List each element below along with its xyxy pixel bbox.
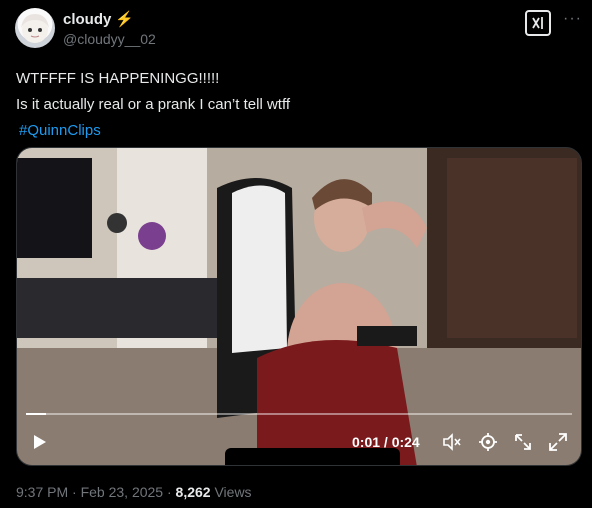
video-player[interactable]: 0:01 / 0:24	[16, 147, 582, 466]
lightning-badge-icon: ⚡	[115, 11, 135, 28]
tweet-timestamp[interactable]: 9:37 PM · Feb 23, 2025 ·	[16, 484, 176, 500]
author-display-name[interactable]: cloudy	[63, 11, 111, 28]
views-label: Views	[210, 484, 252, 500]
tweet-line-2: Is it actually real or a prank I can’t t…	[16, 96, 291, 113]
progress-bar[interactable]	[26, 413, 572, 415]
tweet-line-1: WTFFFF IS HAPPENINGG!!!!!	[16, 70, 220, 87]
grok-icon[interactable]	[525, 10, 551, 36]
tweet-footer: 9:37 PM · Feb 23, 2025 · 8,262 Views	[16, 484, 252, 500]
mute-icon[interactable]	[441, 431, 463, 453]
video-frame	[17, 148, 581, 465]
settings-icon[interactable]	[477, 431, 499, 453]
avatar[interactable]	[15, 8, 55, 48]
views-count: 8,262	[175, 484, 211, 500]
picture-in-picture-icon[interactable]	[512, 431, 534, 453]
more-icon[interactable]: ···	[563, 10, 582, 28]
video-time: 0:01 / 0:24	[352, 434, 420, 450]
video-bottom-tab	[225, 448, 400, 465]
tweet-text: WTFFFF IS HAPPENINGG!!!!! Is it actually…	[16, 66, 290, 144]
fullscreen-icon[interactable]	[547, 431, 569, 453]
progress-fill	[26, 413, 46, 415]
play-icon[interactable]	[29, 432, 49, 452]
hashtag-link[interactable]: #QuinnClips	[16, 118, 290, 144]
author-handle[interactable]: @cloudyy__02	[63, 31, 156, 47]
